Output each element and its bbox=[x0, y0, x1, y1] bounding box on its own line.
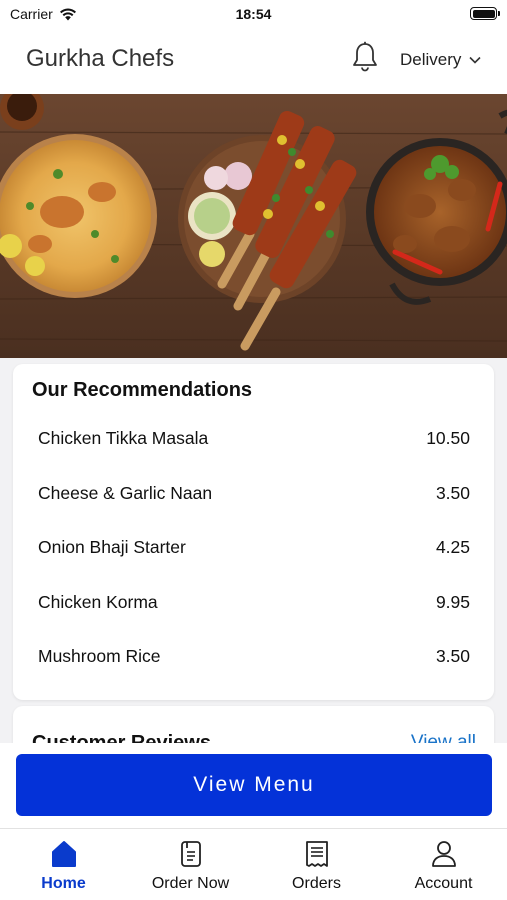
receipt-icon bbox=[305, 841, 328, 867]
recommendations-title: Our Recommendations bbox=[32, 379, 253, 401]
menu-book-icon bbox=[180, 841, 201, 867]
recommendation-item[interactable]: Cheese & Garlic Naan 3.50 bbox=[38, 478, 470, 508]
tab-account[interactable]: Account bbox=[380, 839, 507, 893]
tab-orders[interactable]: Orders bbox=[253, 839, 380, 893]
item-name: Chicken Korma bbox=[38, 591, 158, 612]
recommendations-card: Our Recommendations Chicken Tikka Masala… bbox=[13, 364, 494, 700]
app-header: Gurkha Chefs Delivery bbox=[0, 28, 507, 94]
item-price: 4.25 bbox=[435, 536, 470, 557]
item-price: 10.50 bbox=[426, 427, 470, 448]
item-name: Onion Bhaji Starter bbox=[38, 536, 186, 557]
chevron-down-icon bbox=[469, 56, 481, 64]
status-bar: Carrier 18:54 bbox=[0, 0, 507, 28]
delivery-label: Delivery bbox=[400, 50, 462, 69]
tab-order-now[interactable]: Order Now bbox=[127, 839, 254, 893]
tab-label: Home bbox=[41, 875, 86, 892]
bell-icon[interactable] bbox=[351, 41, 379, 73]
tab-label: Account bbox=[414, 875, 473, 892]
item-price: 3.50 bbox=[435, 645, 470, 666]
battery-icon bbox=[470, 7, 500, 20]
food-photo bbox=[0, 94, 507, 358]
battery-fill bbox=[472, 9, 495, 18]
item-name: Mushroom Rice bbox=[38, 645, 161, 666]
recommendation-item[interactable]: Chicken Tikka Masala 10.50 bbox=[38, 423, 470, 453]
tab-label: Orders bbox=[292, 875, 341, 892]
view-menu-button[interactable]: View Menu bbox=[16, 754, 492, 816]
tab-home[interactable]: Home bbox=[0, 839, 127, 893]
recommendation-item[interactable]: Mushroom Rice 3.50 bbox=[38, 641, 470, 671]
recommendation-item[interactable]: Onion Bhaji Starter 4.25 bbox=[38, 532, 470, 562]
tab-label: Order Now bbox=[151, 875, 230, 892]
item-name: Cheese & Garlic Naan bbox=[38, 482, 213, 503]
recommendation-item[interactable]: Chicken Korma 9.95 bbox=[38, 587, 470, 617]
app-title: Gurkha Chefs bbox=[26, 45, 175, 72]
item-price: 3.50 bbox=[435, 482, 470, 503]
item-name: Chicken Tikka Masala bbox=[38, 427, 209, 448]
hero-image bbox=[0, 94, 507, 358]
home-icon bbox=[51, 841, 76, 867]
person-icon bbox=[431, 841, 456, 867]
delivery-selector[interactable]: Delivery bbox=[400, 50, 481, 70]
tab-bar: Home Order Now Orders Account bbox=[0, 828, 507, 900]
status-time: 18:54 bbox=[235, 6, 272, 22]
item-price: 9.95 bbox=[435, 591, 470, 612]
